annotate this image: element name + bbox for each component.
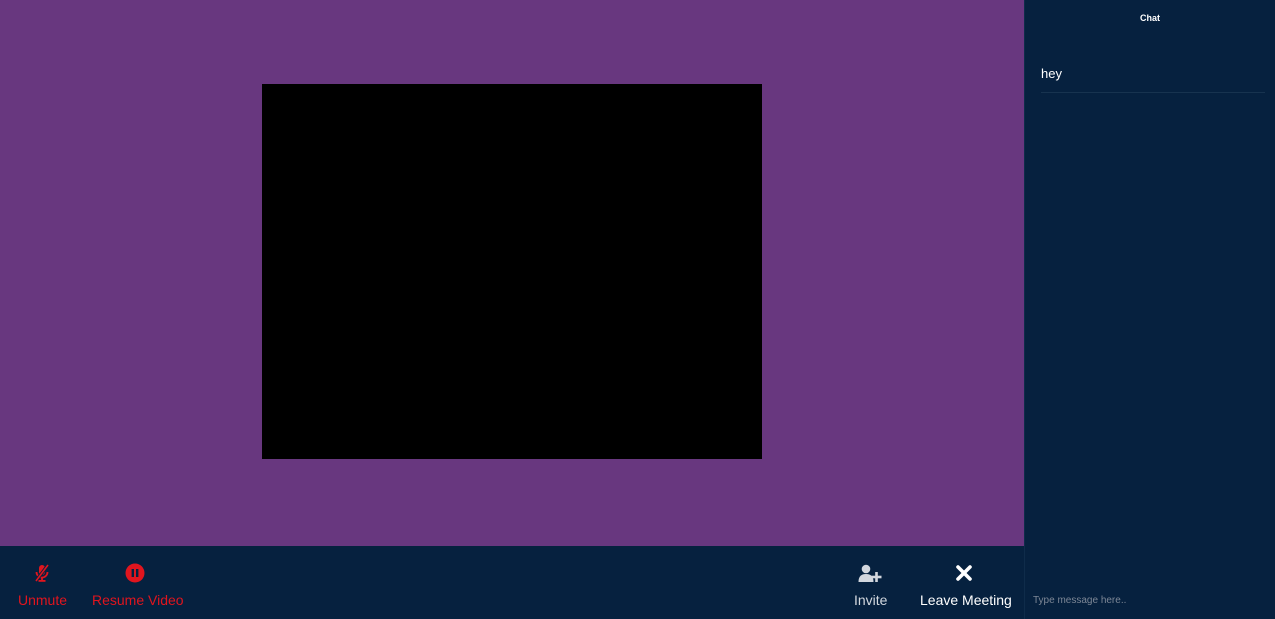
leave-meeting-button[interactable]: Leave Meeting (920, 546, 1012, 619)
video-feed (262, 84, 762, 459)
invite-button[interactable]: Invite (854, 546, 887, 619)
video-stage (0, 0, 1024, 546)
resume-video-button[interactable]: Resume Video (92, 546, 184, 619)
pause-circle-icon (125, 563, 145, 583)
leave-meeting-label: Leave Meeting (920, 592, 1012, 608)
chat-panel: Chat hey (1024, 0, 1275, 619)
microphone-slash-icon (32, 563, 52, 583)
close-icon (954, 563, 974, 583)
chat-title: Chat (1140, 13, 1160, 23)
chat-message-input[interactable] (1033, 590, 1265, 610)
invite-label: Invite (854, 592, 888, 608)
unmute-button[interactable]: Unmute (18, 546, 68, 619)
chat-message: hey (1041, 66, 1265, 93)
user-plus-icon (858, 563, 882, 583)
unmute-label: Unmute (18, 592, 68, 608)
meeting-toolbar: Unmute Resume Video Invite Leave Meeting (0, 546, 1024, 619)
resume-video-label: Resume Video (92, 592, 184, 608)
